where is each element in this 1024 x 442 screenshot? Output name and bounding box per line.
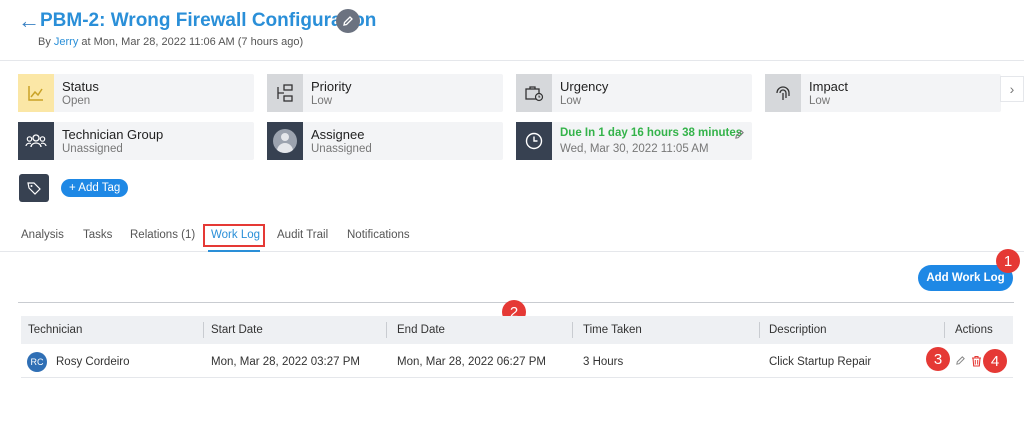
assignee-card[interactable]: Assignee Unassigned [267,122,503,160]
technician-name: Rosy Cordeiro [56,356,130,368]
add-tag-button[interactable]: + Add Tag [61,179,129,197]
impact-label: Impact [809,79,849,94]
urgency-icon-box [516,74,552,112]
cards-next-button[interactable]: › [1000,76,1024,102]
technician-group-icon-box [18,122,54,160]
tab-audit-trail[interactable]: Audit Trail [277,229,328,241]
column-header-start-date[interactable]: Start Date [211,324,263,336]
subtitle-timestamp: at Mon, Mar 28, 2022 11:06 AM (7 hours a… [81,36,304,48]
urgency-card[interactable]: Urgency Low [516,74,752,112]
technician-avatar: RC [27,352,47,372]
tab-notifications[interactable]: Notifications [347,229,410,241]
status-label: Status [62,79,99,94]
end-date-cell: Mon, Mar 28, 2022 06:27 PM [397,356,546,368]
column-separator [759,322,760,338]
column-separator [572,322,573,338]
edit-title-button[interactable] [336,9,360,33]
impact-icon-box [765,74,801,112]
description-cell: Click Startup Repair [769,356,872,368]
tab-relations[interactable]: Relations (1) [130,229,195,241]
trash-icon [972,355,981,367]
assignee-icon-box [267,122,303,160]
impact-value: Low [809,95,831,107]
tab-analysis[interactable]: Analysis [21,229,64,241]
edit-due-icon[interactable] [734,127,745,145]
status-card[interactable]: Status Open [18,74,254,112]
due-date-card[interactable]: Due In 1 day 16 hours 38 minutes Wed, Ma… [516,122,752,160]
delete-row-button[interactable] [971,355,982,370]
start-date-cell: Mon, Mar 28, 2022 03:27 PM [211,356,360,368]
due-icon-box [516,122,552,160]
assignee-value: Unassigned [311,143,372,155]
column-separator [386,322,387,338]
annotation-marker-3: 3 [926,347,950,371]
chart-line-icon [28,86,43,101]
technician-group-label: Technician Group [62,127,164,142]
column-separator [203,322,204,338]
priority-card[interactable]: Priority Low [267,74,503,112]
page-header: ← PBM-2: Wrong Firewall Configuration By… [18,8,1024,52]
priority-value: Low [311,95,333,107]
tab-work-log[interactable]: Work Log [211,229,260,241]
chevron-right-icon: › [1009,81,1015,97]
active-tab-underline [208,250,260,252]
status-value: Open [62,95,91,107]
assignee-label: Assignee [311,127,365,142]
technician-group-value: Unassigned [62,143,123,155]
column-separator [944,322,945,338]
user-avatar-icon [273,129,297,153]
impact-card[interactable]: Impact Low [765,74,1001,112]
users-group-icon [25,134,47,148]
column-header-actions: Actions [955,324,993,336]
header-divider [0,60,1024,61]
page-title: PBM-2: Wrong Firewall Configuration [40,10,377,31]
subtitle-prefix: By [38,36,51,48]
due-in-label: Due In 1 day 16 hours 38 minutes [560,127,743,139]
table-header: Technician Start Date End Date Time Take… [21,316,1013,344]
priority-label: Priority [311,79,352,94]
annotation-marker-1: 1 [996,249,1020,273]
priority-flow-icon [277,84,293,102]
author-link[interactable]: Jerry [54,36,78,48]
urgency-label: Urgency [560,79,609,94]
due-date-value: Wed, Mar 30, 2022 11:05 AM [560,143,709,155]
technician-group-card[interactable]: Technician Group Unassigned [18,122,254,160]
urgency-value: Low [560,95,582,107]
briefcase-clock-icon [525,86,544,102]
page-subtitle: By Jerry at Mon, Mar 28, 2022 11:06 AM (… [38,36,303,48]
column-header-time-taken[interactable]: Time Taken [583,324,642,336]
clock-icon [525,132,543,150]
back-arrow-icon[interactable]: ← [18,10,40,32]
tab-bar: Analysis Tasks Relations (1) Work Log Au… [0,224,1024,252]
column-header-end-date[interactable]: End Date [397,324,445,336]
tab-tasks[interactable]: Tasks [83,229,112,241]
fingerprint-icon [776,86,790,100]
column-header-technician[interactable]: Technician [28,324,82,336]
priority-icon-box [267,74,303,112]
pencil-icon [956,356,965,365]
edit-row-button[interactable] [955,355,966,369]
column-header-description[interactable]: Description [769,324,827,336]
status-icon-box [18,74,54,112]
time-taken-cell: 3 Hours [583,356,624,368]
table-row: RC Rosy Cordeiro Mon, Mar 28, 2022 03:27… [21,346,1013,378]
pencil-icon [343,16,353,26]
tag-icon [19,174,49,202]
annotation-marker-4: 4 [983,349,1007,373]
